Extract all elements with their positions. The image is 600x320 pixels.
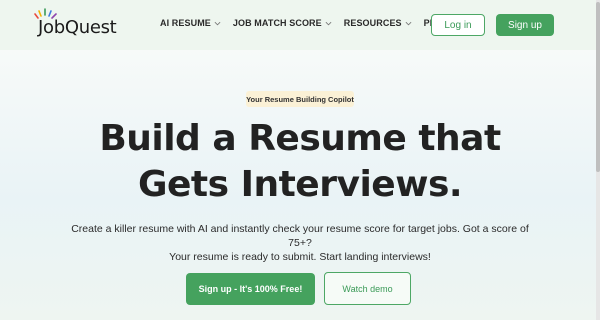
chevron-down-icon (214, 21, 221, 25)
main-nav: AI RESUME JOB MATCH SCORE RESOURCES PRIC… (160, 18, 462, 28)
subtext-line-1: Create a killer resume with AI and insta… (71, 223, 529, 249)
headline-line-2: Gets Interviews. (137, 164, 463, 205)
chevron-down-icon (325, 21, 332, 25)
nav-item-job-match-score[interactable]: JOB MATCH SCORE (233, 18, 332, 28)
free-signup-button[interactable]: Sign up - It's 100% Free! (186, 273, 315, 305)
tagline-badge: Your Resume Building Copilot (246, 91, 354, 107)
headline-line-1: Build a Resume that (99, 118, 501, 159)
nav-item-resources[interactable]: RESOURCES (344, 18, 412, 28)
scrollbar-thumb[interactable] (596, 2, 600, 172)
nav-item-label: RESOURCES (343, 18, 402, 28)
subtext-line-2: Your resume is ready to submit. Start la… (169, 251, 431, 263)
nav-item-label: AI RESUME (160, 18, 211, 28)
top-nav-bar: JobQuest AI RESUME JOB MATCH SCORE RESOU… (0, 0, 600, 50)
nav-item-ai-resume[interactable]: AI RESUME (160, 18, 221, 28)
hero-headline: Build a Resume that Gets Interviews. (60, 116, 540, 208)
jobquest-logo[interactable]: JobQuest (34, 8, 124, 42)
nav-item-label: JOB MATCH SCORE (232, 18, 322, 28)
watch-demo-button[interactable]: Watch demo (324, 272, 411, 305)
chevron-down-icon (405, 21, 412, 25)
logo-text: JobQuest (38, 17, 117, 38)
hero-subtext: Create a killer resume with AI and insta… (60, 222, 540, 264)
login-button[interactable]: Log in (431, 14, 485, 36)
signup-button[interactable]: Sign up (496, 14, 554, 36)
